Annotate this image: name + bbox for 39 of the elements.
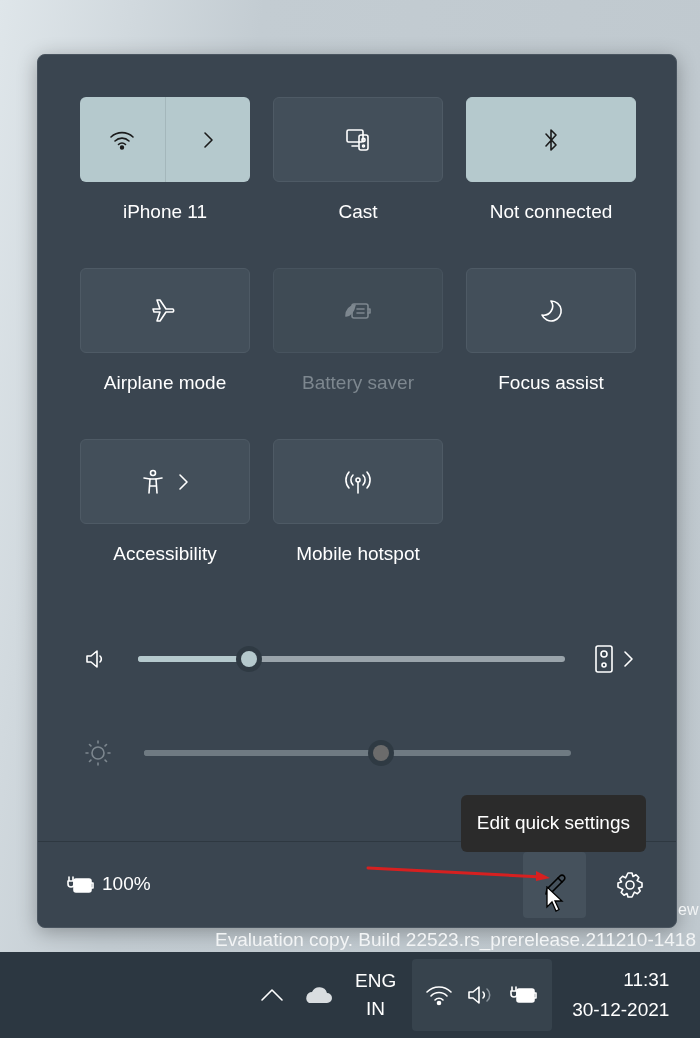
speaker-device-icon	[594, 644, 614, 674]
toggle-button[interactable]	[273, 97, 443, 182]
chevron-up-icon	[259, 987, 285, 1003]
toggle-button[interactable]	[80, 268, 250, 353]
wifi-icon	[425, 984, 454, 1006]
gear-icon	[616, 870, 644, 899]
accessibility-icon	[141, 468, 165, 495]
watermark-text: ew	[678, 900, 699, 920]
tile-label: Battery saver	[302, 371, 414, 395]
tile-label: iPhone 11	[122, 200, 208, 224]
chevron-right-icon	[201, 129, 214, 150]
tile-label: Airplane mode	[103, 371, 227, 395]
tooltip: Edit quick settings	[460, 795, 646, 852]
wifi-icon	[109, 129, 136, 150]
language-button[interactable]: ENG IN	[351, 963, 401, 1027]
tile-label: Focus assist	[498, 371, 604, 395]
clock-button[interactable]: 11:31 30-12-2021	[568, 961, 674, 1029]
moon-icon	[539, 297, 563, 324]
tile-label: Mobile hotspot	[296, 542, 420, 566]
toggle-button[interactable]	[273, 439, 443, 524]
battery-charging-icon	[509, 985, 540, 1005]
tile-label: Cast	[338, 200, 378, 224]
battery-saver-icon	[343, 300, 373, 321]
toggle-button[interactable]	[466, 268, 636, 353]
battery-status: 100%	[66, 870, 151, 899]
brightness-icon	[84, 739, 112, 767]
bluetooth-icon	[543, 126, 559, 153]
hotspot-icon	[343, 468, 373, 495]
battery-charging-icon	[66, 874, 96, 895]
tile-label: Not connected	[489, 200, 613, 224]
slider-thumb[interactable]	[236, 646, 262, 672]
tile-label: Accessibility	[113, 542, 217, 566]
watermark-text: Evaluation copy. Build 22523.rs_prerelease.211210-1418	[214, 928, 697, 952]
chevron-right-icon	[177, 471, 189, 492]
system-tray-button[interactable]	[412, 959, 553, 1031]
cursor-icon	[546, 886, 564, 912]
toggle-button[interactable]	[80, 439, 250, 524]
cast-icon	[345, 127, 371, 152]
chevron-right-icon	[622, 649, 634, 669]
